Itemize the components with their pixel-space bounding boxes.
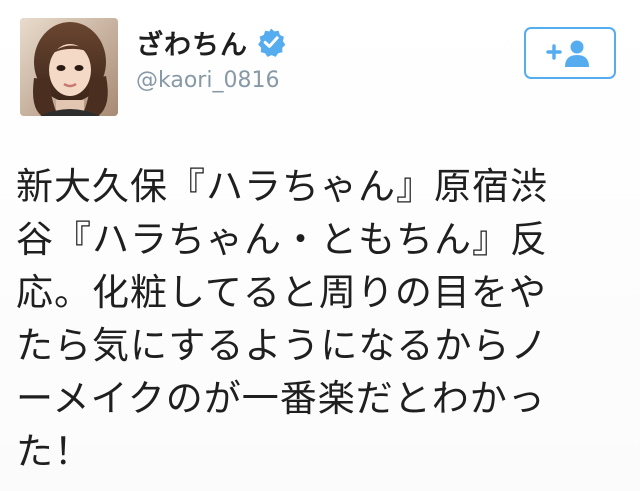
- display-name[interactable]: ざわちん: [136, 23, 248, 62]
- tweet-line: たら気にするようになるからノ: [16, 324, 549, 367]
- tweet-card: ざわちん @kaori_0816 新大久保『ハラちゃん』原宿渋 谷『ハラちゃん・…: [0, 0, 640, 491]
- name-row: ざわちん: [136, 23, 476, 62]
- tweet-line: た！: [16, 430, 92, 473]
- tweet-line: 応。化粧してると周りの目をや: [16, 271, 547, 314]
- user-handle[interactable]: @kaori_0816: [136, 68, 476, 93]
- user-info: ざわちん @kaori_0816: [136, 24, 476, 93]
- avatar-photo: [20, 18, 118, 116]
- follow-button[interactable]: [524, 27, 616, 79]
- avatar[interactable]: [20, 18, 118, 116]
- tweet-line: 谷『ハラちゃん・ともちん』反: [16, 218, 548, 261]
- tweet-line: 新大久保『ハラちゃん』原宿渋: [16, 165, 548, 208]
- tweet-line: ーメイクのが一番楽だとわかっ: [16, 377, 546, 420]
- add-user-icon: [546, 40, 589, 67]
- verified-badge-icon: [256, 27, 286, 57]
- tweet-text: 新大久保『ハラちゃん』原宿渋 谷『ハラちゃん・ともちん』反 応。化粧してると周り…: [16, 160, 626, 478]
